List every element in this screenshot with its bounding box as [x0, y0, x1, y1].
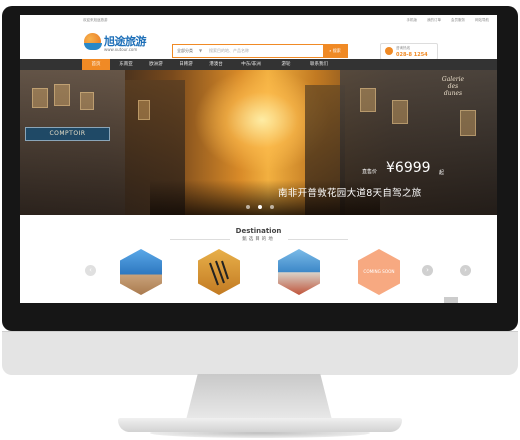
nav-item-middle-east-africa[interactable]: 中东/非洲 — [234, 59, 268, 70]
nav-item-japan-korea[interactable]: 日韩游 — [172, 59, 200, 70]
banner-window — [392, 100, 408, 124]
search-button-label: 搜索 — [332, 48, 341, 53]
hotline-number: 028-8 1254 — [396, 52, 428, 58]
wave-logo-icon — [84, 43, 102, 50]
link-member[interactable]: 会员服务 — [451, 18, 465, 23]
galerie-sign-line: dunes — [443, 90, 463, 97]
hotline-box: 咨询热线 028-8 1254 — [380, 43, 438, 60]
banner-window — [360, 88, 376, 112]
link-orders[interactable]: 我的订单 — [427, 18, 441, 23]
hero-banner[interactable]: COMPTOIR Galerie des dunes 直售价 ¥6999 起 南… — [20, 70, 497, 215]
link-mobile[interactable]: 手机版 — [407, 18, 418, 23]
comptoir-sign-text: COMPTOIR — [49, 130, 86, 137]
galerie-sign: Galerie des dunes — [428, 76, 478, 98]
chevron-left-icon: ‹ — [89, 266, 92, 274]
site-header: 旭途旅游 www.xutour.com 全部分类 ▼ 搜索目的地、产品名称 ⌕ … — [20, 25, 497, 60]
nav-item-southeast-asia[interactable]: 东南亚 — [112, 59, 140, 70]
galerie-sign-line: des — [447, 83, 459, 90]
carousel-next-button[interactable]: › — [422, 265, 433, 276]
slide-dot[interactable] — [246, 205, 250, 209]
link-sitemap[interactable]: 网站导航 — [475, 18, 489, 23]
destination-card-africa[interactable] — [198, 249, 240, 295]
destination-card-coming-soon[interactable]: COMING SOON — [358, 249, 400, 295]
monitor-stand-base — [118, 418, 402, 432]
chevron-down-icon[interactable]: ▼ — [199, 48, 202, 53]
utility-links: 手机版 我的订单 会员服务 网站导航 — [407, 18, 490, 23]
banner-title[interactable]: 南非开普敦花园大道8天自驾之旅 — [278, 185, 422, 199]
banner-window — [460, 110, 476, 136]
search-button[interactable]: ⌕ 搜索 — [323, 45, 347, 57]
search-input[interactable]: 搜索目的地、产品名称 — [209, 48, 249, 54]
logo-url: www.xutour.com — [104, 47, 138, 52]
phone-icon — [385, 47, 393, 55]
slide-dot-active[interactable] — [258, 205, 262, 209]
banner-window — [32, 88, 48, 108]
hotline-label: 咨询热线 — [396, 46, 410, 50]
monitor-stand-neck — [186, 374, 332, 420]
carousel-prev-button[interactable]: ‹ — [85, 265, 96, 276]
galerie-sign-line: Galerie — [441, 76, 465, 83]
banner-window — [80, 92, 94, 110]
destination-card-coast[interactable] — [278, 249, 320, 295]
comptoir-sign: COMPTOIR — [25, 127, 110, 141]
price-label: 直售价 — [362, 169, 378, 175]
site-logo[interactable]: 旭途旅游 www.xutour.com — [84, 31, 154, 55]
chevron-right-icon: › — [426, 266, 429, 274]
slide-dot[interactable] — [270, 205, 274, 209]
website-screen: 欢迎来旭途旅游 手机版 我的订单 会员服务 网站导航 旭途旅游 www.xuto… — [20, 15, 497, 303]
top-utility-bar: 欢迎来旭途旅游 手机版 我的订单 会员服务 网站导航 — [20, 15, 497, 25]
search-icon: ⌕ — [329, 48, 332, 53]
section-title: Destination — [235, 227, 282, 235]
nav-item-cruise[interactable]: 游轮 — [274, 59, 298, 70]
search-box[interactable]: 全部分类 ▼ 搜索目的地、产品名称 ⌕ 搜索 — [172, 44, 348, 58]
main-nav: 首页 东南亚 欧洲游 日韩游 港澳台 中东/非洲 游轮 联系我们 — [20, 59, 497, 70]
nav-item-hk-macau-tw[interactable]: 港澳台 — [202, 59, 230, 70]
section-subtitle: 甄选目的地 — [242, 237, 275, 242]
price-value: ¥6999 — [386, 160, 431, 176]
zebra-icon — [209, 260, 229, 286]
slide-indicators — [246, 205, 274, 209]
nav-item-europe[interactable]: 欧洲游 — [142, 59, 170, 70]
banner-window — [138, 100, 150, 120]
banner-window — [54, 84, 70, 106]
coming-soon-label: COMING SOON — [363, 269, 395, 274]
nav-item-home[interactable]: 首页 — [82, 59, 110, 70]
scroll-top-button[interactable] — [444, 297, 458, 303]
monitor-chin — [2, 331, 518, 375]
chevron-right-icon: › — [464, 266, 467, 274]
welcome-text: 欢迎来旭途旅游 — [83, 18, 108, 22]
destination-card-rome[interactable] — [120, 249, 162, 295]
search-category[interactable]: 全部分类 — [177, 48, 193, 54]
carousel-next-button-2[interactable]: › — [460, 265, 471, 276]
monitor-mockup: 欢迎来旭途旅游 手机版 我的订单 会员服务 网站导航 旭途旅游 www.xuto… — [0, 0, 520, 440]
price-unit: 起 — [439, 170, 445, 176]
nav-item-contact[interactable]: 联系我们 — [302, 59, 336, 70]
